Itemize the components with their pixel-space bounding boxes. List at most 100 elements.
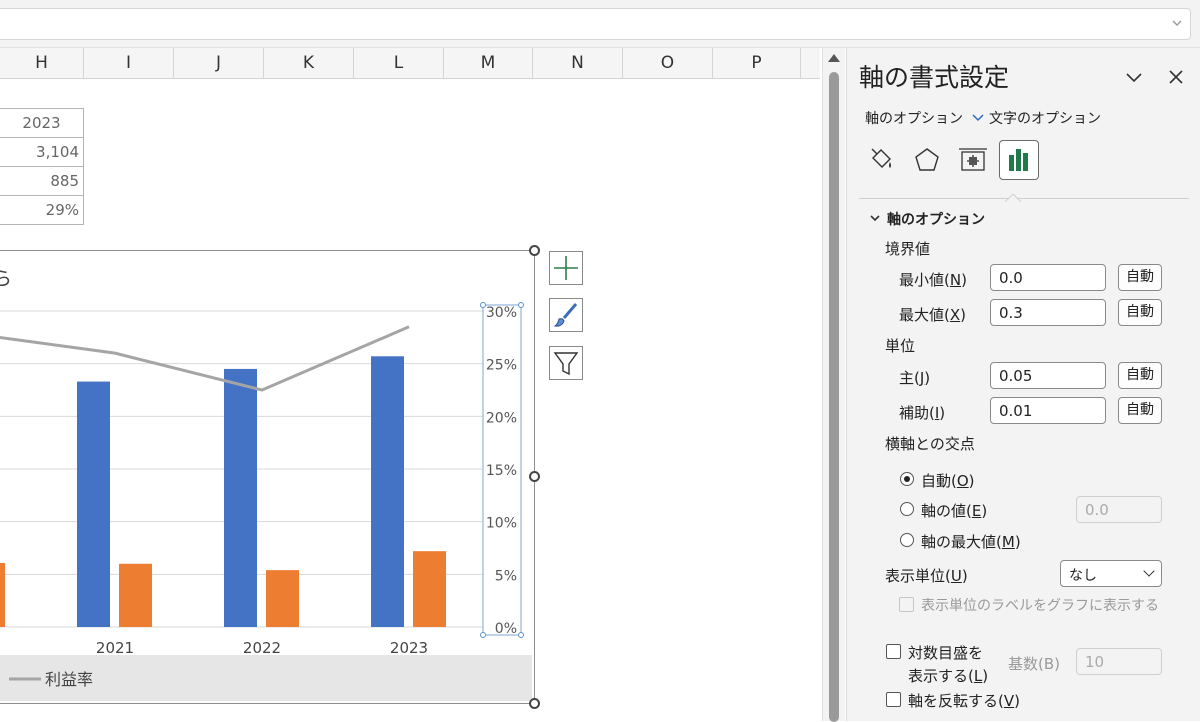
category-label: 2021 bbox=[96, 639, 134, 657]
base-input[interactable]: 10 bbox=[1076, 648, 1162, 675]
units-label: 単位 bbox=[885, 337, 916, 355]
bar bbox=[413, 551, 446, 627]
min-input[interactable]: 0.0 bbox=[990, 264, 1106, 291]
axis-handle bbox=[518, 302, 524, 308]
log-scale-label: 対数目盛を 表示する(L) bbox=[908, 642, 988, 686]
chevron-down-icon[interactable] bbox=[869, 212, 881, 224]
reverse-axis-checkbox[interactable] bbox=[886, 692, 901, 707]
major-auto-button[interactable]: 自動 bbox=[1118, 362, 1162, 389]
axis-tick-label: 10% bbox=[486, 516, 517, 532]
axis-tick-label: 0% bbox=[495, 621, 517, 637]
table-cell[interactable]: 885 bbox=[0, 166, 84, 196]
formula-input[interactable] bbox=[0, 8, 1191, 40]
show-unit-label-text: 表示単位のラベルをグラフに表示する bbox=[921, 598, 1159, 614]
bounds-label: 境界値 bbox=[885, 240, 931, 258]
bar bbox=[0, 563, 5, 627]
tab-axis-options-label: 軸のオプション bbox=[865, 111, 963, 127]
effects-button[interactable] bbox=[907, 140, 947, 180]
tab-text-options[interactable]: 文字のオプション bbox=[989, 108, 1101, 128]
cross-value-label: 軸の値(E) bbox=[921, 502, 988, 520]
display-unit-label: 表示単位(U) bbox=[885, 567, 968, 585]
column-header-j[interactable]: J bbox=[174, 48, 264, 78]
chevron-down-icon bbox=[972, 114, 984, 122]
max-auto-button[interactable]: 自動 bbox=[1118, 299, 1162, 326]
section-axis-options[interactable]: 軸のオプション bbox=[887, 209, 985, 229]
plus-icon bbox=[554, 256, 578, 280]
min-label: 最小値(N) bbox=[899, 271, 967, 289]
min-auto-button[interactable]: 自動 bbox=[1118, 264, 1162, 291]
major-label: 主(J) bbox=[899, 369, 931, 387]
column-header-m[interactable]: M bbox=[444, 48, 533, 78]
cross-auto-label: 自動(O) bbox=[921, 472, 975, 490]
radio-cross-value[interactable] bbox=[900, 502, 914, 516]
display-unit-select[interactable]: なし bbox=[1060, 560, 1162, 587]
series-line bbox=[0, 325, 410, 392]
minor-label: 補助(I) bbox=[899, 404, 946, 422]
radio-cross-auto[interactable] bbox=[900, 472, 914, 486]
minor-auto-button[interactable]: 自動 bbox=[1118, 397, 1162, 424]
vertical-scrollbar[interactable] bbox=[822, 48, 845, 722]
resize-handle-bottom-right[interactable] bbox=[529, 698, 540, 709]
chevron-down-icon bbox=[1143, 565, 1155, 577]
legend-label: 利益率 bbox=[45, 670, 93, 689]
data-table: 2023 3,104 885 29% bbox=[0, 108, 84, 225]
chart-area[interactable]: ら 0% 5% 10% 15% 20% 25% 30% 2021 2022 2023 利益率 bbox=[0, 250, 535, 704]
resize-handle-right[interactable] bbox=[529, 471, 540, 482]
table-cell[interactable]: 3,104 bbox=[0, 137, 84, 167]
bar bbox=[371, 356, 404, 627]
table-cell[interactable]: 2023 bbox=[0, 108, 84, 138]
column-header-l[interactable]: L bbox=[354, 48, 444, 78]
bar bbox=[119, 563, 152, 627]
max-input[interactable]: 0.3 bbox=[990, 299, 1106, 326]
major-input[interactable]: 0.05 bbox=[990, 362, 1106, 389]
paintbrush-icon bbox=[553, 303, 578, 327]
cross-label: 横軸との交点 bbox=[885, 435, 975, 453]
size-properties-button[interactable] bbox=[953, 140, 993, 180]
tab-axis-options[interactable]: 軸のオプション bbox=[865, 108, 985, 128]
bar bbox=[266, 570, 299, 627]
pointer-notch bbox=[1005, 194, 1021, 202]
log-scale-checkbox[interactable] bbox=[886, 644, 901, 659]
column-header-i[interactable]: I bbox=[84, 48, 174, 78]
axis-options-button[interactable] bbox=[999, 140, 1039, 180]
cross-value-input[interactable]: 0.0 bbox=[1076, 496, 1162, 523]
pentagon-icon bbox=[915, 148, 939, 171]
format-axis-pane: 軸の書式設定 軸のオプション 文字のオプション 軸のオプション 境界値 最小値(… bbox=[846, 48, 1200, 721]
chevron-down-icon[interactable] bbox=[1123, 66, 1145, 88]
chevron-down-icon[interactable] bbox=[1170, 16, 1184, 30]
category-label: 2023 bbox=[390, 639, 428, 657]
column-header-h[interactable]: H bbox=[0, 48, 84, 78]
scroll-thumb[interactable] bbox=[829, 72, 839, 722]
cross-max-label: 軸の最大値(M) bbox=[921, 533, 1021, 551]
pane-title: 軸の書式設定 bbox=[859, 63, 1010, 92]
axis-handle bbox=[518, 632, 524, 638]
radio-cross-max[interactable] bbox=[900, 533, 914, 547]
resize-handle-top-right[interactable] bbox=[529, 245, 540, 256]
bar bbox=[224, 368, 257, 627]
max-label: 最大値(X) bbox=[899, 306, 966, 324]
log-scale-line1: 対数目盛を bbox=[908, 644, 984, 662]
chart-elements-button[interactable] bbox=[549, 251, 583, 285]
close-icon[interactable] bbox=[1165, 66, 1187, 88]
table-cell[interactable]: 29% bbox=[0, 195, 84, 225]
category-label: 2022 bbox=[243, 639, 281, 657]
scroll-up-icon[interactable] bbox=[828, 54, 840, 62]
column-header-p[interactable]: P bbox=[713, 48, 801, 78]
bar bbox=[77, 381, 110, 627]
chart-styles-button[interactable] bbox=[549, 298, 583, 332]
divider bbox=[859, 198, 1189, 199]
fill-line-button[interactable] bbox=[861, 140, 901, 180]
column-header-n[interactable]: N bbox=[533, 48, 623, 78]
axis-tick-label: 20% bbox=[486, 410, 517, 426]
column-header-k[interactable]: K bbox=[264, 48, 354, 78]
axis-tick-label: 25% bbox=[486, 358, 517, 374]
show-unit-label-checkbox[interactable] bbox=[899, 597, 914, 612]
minor-input[interactable]: 0.01 bbox=[990, 397, 1106, 424]
column-headers: H I J K L M N O P bbox=[0, 48, 820, 79]
chart-svg: ら 0% 5% 10% 15% 20% 25% 30% 2021 2022 2023 利益率 bbox=[0, 268, 532, 701]
axis-tick-label: 30% bbox=[486, 305, 517, 321]
axis-tick-label: 15% bbox=[486, 463, 517, 479]
column-header-o[interactable]: O bbox=[623, 48, 713, 78]
reverse-axis-label: 軸を反転する(V) bbox=[908, 692, 1020, 710]
chart-filters-button[interactable] bbox=[549, 346, 583, 380]
